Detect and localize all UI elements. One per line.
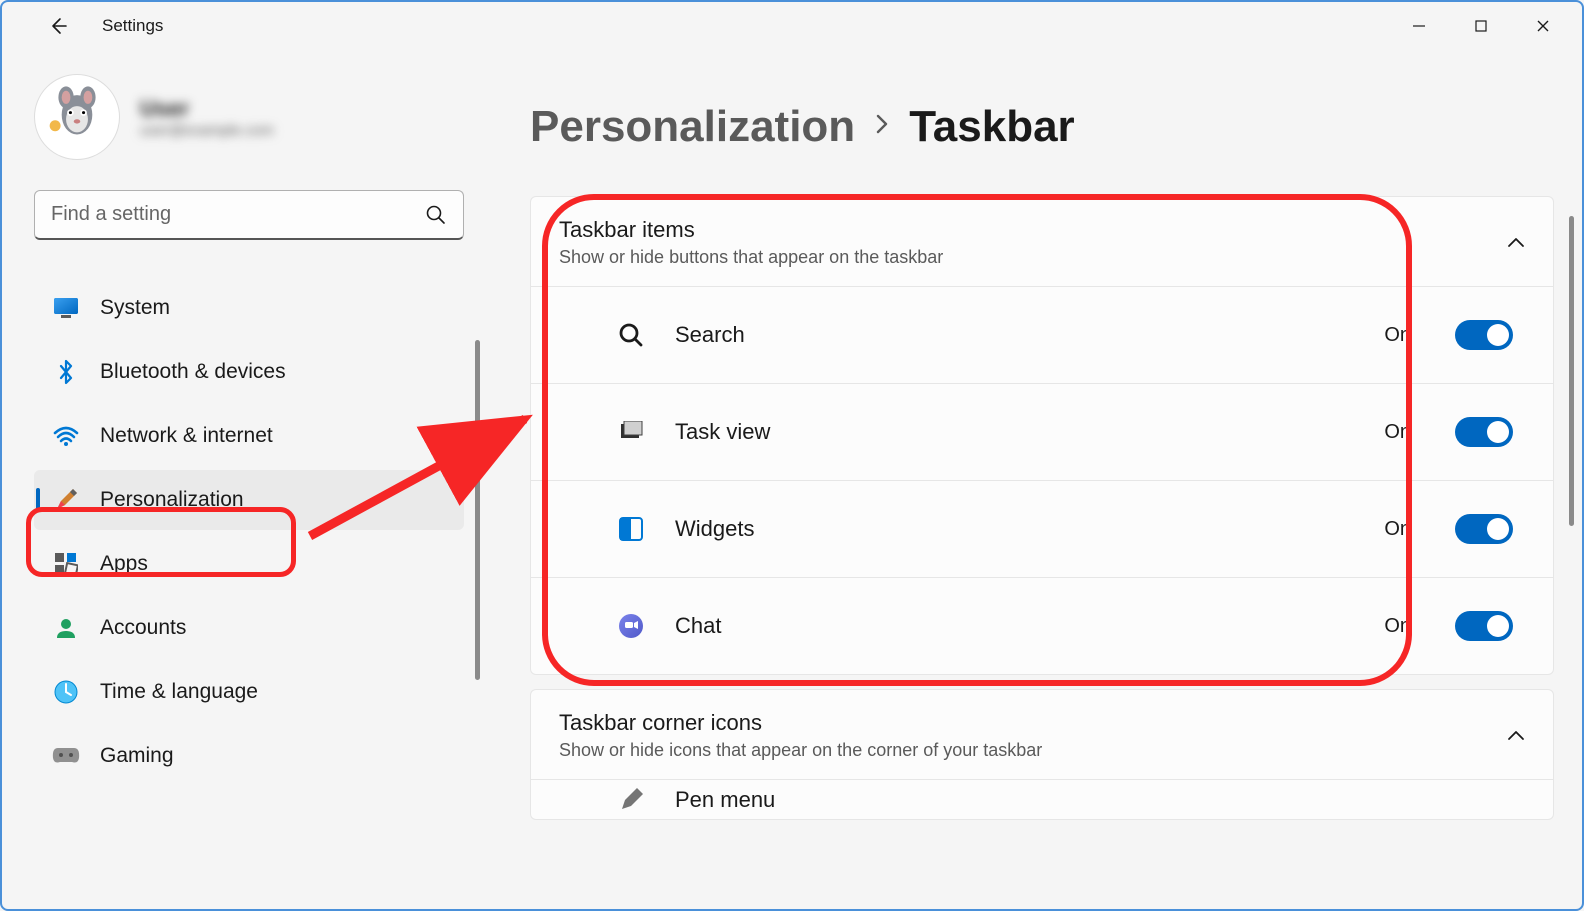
toggle-state: On — [1384, 421, 1411, 444]
widgets-toggle[interactable] — [1455, 514, 1513, 544]
search-input[interactable] — [51, 203, 425, 226]
taskview-icon — [615, 416, 647, 448]
profile-name: User — [140, 96, 274, 122]
sidebar-item-apps[interactable]: Apps — [34, 534, 464, 594]
breadcrumb-parent[interactable]: Personalization — [530, 102, 855, 152]
nav-list: System Bluetooth & devices Network & int… — [34, 278, 464, 786]
sidebar-item-label: Personalization — [100, 488, 244, 512]
item-label: Search — [675, 322, 1356, 348]
sidebar-item-label: System — [100, 296, 170, 320]
wifi-icon — [52, 422, 80, 450]
sidebar-item-label: Bluetooth & devices — [100, 360, 286, 384]
close-button[interactable] — [1512, 3, 1574, 49]
sidebar-item-label: Time & language — [100, 680, 258, 704]
clock-globe-icon — [52, 678, 80, 706]
apps-icon — [52, 550, 80, 578]
sidebar: User user@example.com System — [2, 50, 482, 909]
taskbar-item-taskview: Task view On — [531, 383, 1553, 480]
widgets-icon — [615, 513, 647, 545]
chevron-up-icon — [1507, 727, 1525, 745]
person-icon — [52, 614, 80, 642]
taskbar-item-search: Search On — [531, 286, 1553, 383]
sidebar-scrollbar[interactable] — [475, 340, 480, 680]
minimize-icon — [1412, 19, 1426, 33]
sidebar-item-system[interactable]: System — [34, 278, 464, 338]
toggle-state: On — [1384, 324, 1411, 347]
toggle-state: On — [1384, 615, 1411, 638]
search-box[interactable] — [34, 190, 464, 240]
chat-toggle[interactable] — [1455, 611, 1513, 641]
close-icon — [1536, 19, 1550, 33]
chevron-up-icon — [1507, 234, 1525, 252]
sidebar-item-time-language[interactable]: Time & language — [34, 662, 464, 722]
display-icon — [52, 294, 80, 322]
taskbar-corner-header[interactable]: Taskbar corner icons Show or hide icons … — [531, 690, 1553, 779]
arrow-left-icon — [48, 16, 68, 36]
sidebar-item-personalization[interactable]: Personalization — [34, 470, 464, 530]
taskview-toggle[interactable] — [1455, 417, 1513, 447]
pen-icon — [615, 784, 647, 816]
breadcrumb: Personalization Taskbar — [530, 102, 1554, 152]
minimize-button[interactable] — [1388, 3, 1450, 49]
gamepad-icon — [52, 742, 80, 770]
title-bar: Settings — [2, 2, 1582, 50]
panel-title: Taskbar items — [559, 217, 1507, 243]
item-label: Widgets — [675, 516, 1356, 542]
toggle-state: On — [1384, 518, 1411, 541]
taskbar-item-chat: Chat On — [531, 577, 1553, 674]
main-pane: Personalization Taskbar Taskbar items Sh… — [482, 50, 1582, 909]
main-scrollbar[interactable] — [1569, 216, 1574, 526]
sidebar-item-label: Network & internet — [100, 424, 273, 448]
sidebar-item-label: Apps — [100, 552, 148, 576]
sidebar-item-bluetooth-devices[interactable]: Bluetooth & devices — [34, 342, 464, 402]
profile-block[interactable]: User user@example.com — [34, 74, 482, 160]
item-label: Task view — [675, 419, 1356, 445]
chevron-right-icon — [873, 111, 891, 143]
paintbrush-icon — [52, 486, 80, 514]
taskbar-items-panel: Taskbar items Show or hide buttons that … — [530, 196, 1554, 675]
avatar-cartoon-icon — [42, 82, 112, 152]
corner-item-penmenu: Pen menu — [531, 779, 1553, 819]
bluetooth-icon — [52, 358, 80, 386]
item-label: Chat — [675, 613, 1356, 639]
search-icon — [615, 319, 647, 351]
sidebar-item-gaming[interactable]: Gaming — [34, 726, 464, 786]
sidebar-item-network-internet[interactable]: Network & internet — [34, 406, 464, 466]
panel-subtitle: Show or hide buttons that appear on the … — [559, 247, 1507, 268]
panel-subtitle: Show or hide icons that appear on the co… — [559, 740, 1507, 761]
back-button[interactable] — [38, 6, 78, 46]
search-icon — [425, 204, 447, 226]
panel-title: Taskbar corner icons — [559, 710, 1507, 736]
taskbar-corner-panel: Taskbar corner icons Show or hide icons … — [530, 689, 1554, 820]
chat-icon — [615, 610, 647, 642]
search-toggle[interactable] — [1455, 320, 1513, 350]
taskbar-items-header[interactable]: Taskbar items Show or hide buttons that … — [531, 197, 1553, 286]
maximize-button[interactable] — [1450, 3, 1512, 49]
sidebar-item-label: Accounts — [100, 616, 186, 640]
breadcrumb-current: Taskbar — [909, 102, 1075, 152]
sidebar-item-accounts[interactable]: Accounts — [34, 598, 464, 658]
app-title: Settings — [102, 16, 163, 36]
item-label: Pen menu — [675, 787, 1513, 813]
maximize-icon — [1474, 19, 1488, 33]
profile-email: user@example.com — [140, 122, 274, 139]
avatar — [34, 74, 120, 160]
taskbar-item-widgets: Widgets On — [531, 480, 1553, 577]
sidebar-item-label: Gaming — [100, 744, 174, 768]
